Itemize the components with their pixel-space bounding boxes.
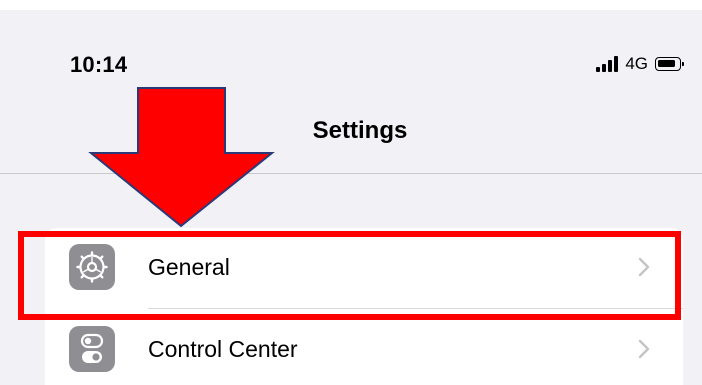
red-arrow-annotation: [88, 87, 275, 228]
phone-screen: 10:14 4G Settings General Control Center: [0, 0, 702, 385]
